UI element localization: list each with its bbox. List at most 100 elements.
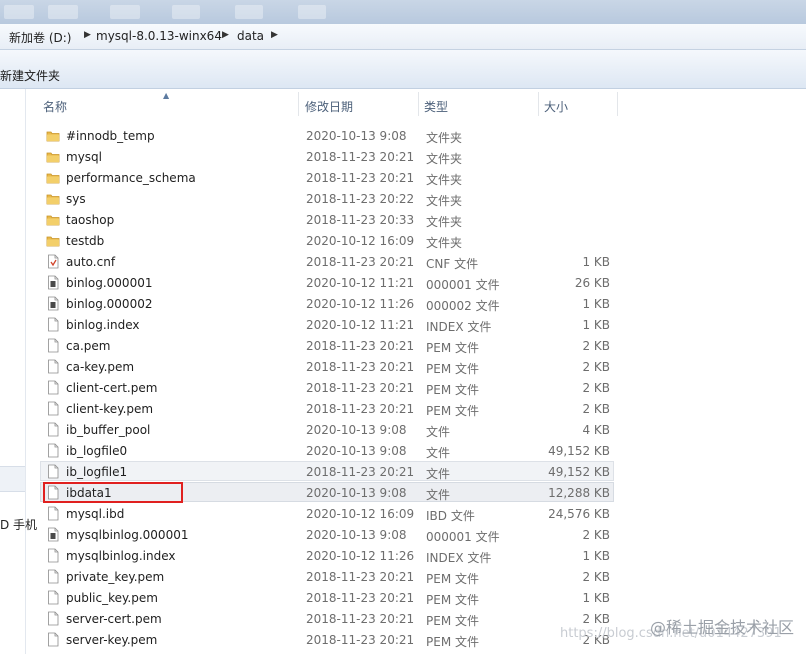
- file-type: 文件夹: [426, 236, 463, 250]
- file-size: 24,576 KB: [548, 507, 610, 521]
- navigation-pane[interactable]: D 手机: [0, 89, 37, 654]
- column-header-size[interactable]: 大小: [539, 92, 618, 116]
- file-row[interactable]: ib_buffer_pool 2020-10-13 9:08 文件 4 KB: [40, 419, 614, 439]
- chevron-right-icon[interactable]: ▶: [222, 30, 229, 40]
- column-label-size: 大小: [544, 100, 569, 114]
- file-row[interactable]: ca-key.pem 2018-11-23 20:21 PEM 文件 2 KB: [40, 356, 614, 376]
- binary-file-icon: [46, 275, 60, 290]
- chevron-right-icon[interactable]: ▶: [271, 30, 278, 40]
- file-type: PEM 文件: [426, 614, 479, 628]
- file-type: PEM 文件: [426, 572, 479, 586]
- address-bar[interactable]: 新加卷 (D:) ▶ mysql-8.0.13-winx64 ▶ data ▶: [0, 24, 806, 50]
- file-name: testdb: [66, 234, 105, 248]
- file-row[interactable]: client-cert.pem 2018-11-23 20:21 PEM 文件 2 K…: [40, 377, 614, 397]
- breadcrumb-mysql[interactable]: mysql-8.0.13-winx64: [96, 29, 222, 43]
- file-modified-date: 2018-11-23 20:21: [306, 591, 415, 605]
- file-name: taoshop: [66, 213, 115, 227]
- file-row[interactable]: binlog.index 2020-10-12 11:21 INDEX 文件 1 KB: [40, 314, 614, 334]
- file-row[interactable]: ib_logfile1 2018-11-23 20:21 文件 49,152 KB: [40, 461, 614, 481]
- file-modified-date: 2020-10-13 9:08: [306, 486, 407, 500]
- column-header-type[interactable]: 类型: [419, 92, 539, 116]
- column-header-name[interactable]: 名称 ▲: [38, 91, 299, 116]
- breadcrumb-drive[interactable]: 新加卷 (D:): [9, 29, 71, 46]
- folder-icon: [46, 170, 60, 185]
- file-row[interactable]: client-key.pem 2018-11-23 20:21 PEM 文件 2 KB: [40, 398, 614, 418]
- file-size: 2 KB: [582, 570, 610, 584]
- file-name: client-key.pem: [66, 402, 154, 416]
- file-icon: [46, 506, 60, 521]
- menu-item[interactable]: [298, 5, 326, 19]
- navigation-item-label[interactable]: D 手机: [0, 516, 37, 533]
- file-row[interactable]: ib_logfile0 2020-10-13 9:08 文件 49,152 KB: [40, 440, 614, 460]
- file-modified-date: 2018-11-23 20:21: [306, 402, 415, 416]
- file-type: 文件夹: [426, 215, 463, 229]
- file-size: 12,288 KB: [548, 486, 610, 500]
- file-type: 文件夹: [426, 173, 463, 187]
- menu-item[interactable]: [110, 5, 140, 19]
- file-modified-date: 2018-11-23 20:22: [306, 192, 415, 206]
- file-type: 文件: [426, 446, 451, 460]
- file-icon: [46, 590, 60, 605]
- file-name: ib_buffer_pool: [66, 423, 151, 437]
- file-modified-date: 2018-11-23 20:21: [306, 171, 415, 185]
- file-row[interactable]: sys 2018-11-23 20:22 文件夹: [40, 188, 614, 208]
- file-row[interactable]: #innodb_temp 2020-10-13 9:08 文件夹: [40, 125, 614, 145]
- file-row[interactable]: performance_schema 2018-11-23 20:21 文件夹: [40, 167, 614, 187]
- new-folder-button[interactable]: 新建文件夹: [0, 67, 60, 84]
- file-modified-date: 2020-10-12 16:09: [306, 507, 415, 521]
- file-type: PEM 文件: [426, 593, 479, 607]
- file-row[interactable]: mysql 2018-11-23 20:21 文件夹: [40, 146, 614, 166]
- file-row[interactable]: mysql.ibd 2020-10-12 16:09 IBD 文件 24,576 KB: [40, 503, 614, 523]
- file-name: auto.cnf: [66, 255, 116, 269]
- watermark-text: @稀土掘金技术社区: [649, 618, 794, 637]
- file-row[interactable]: taoshop 2018-11-23 20:33 文件夹: [40, 209, 614, 229]
- config-file-icon: [46, 254, 60, 269]
- menu-item[interactable]: [4, 5, 34, 19]
- chevron-right-icon[interactable]: ▶: [84, 30, 91, 40]
- file-icon: [46, 338, 60, 353]
- menu-bar: [0, 0, 806, 25]
- file-name: sys: [66, 192, 86, 206]
- file-type: INDEX 文件: [426, 320, 492, 334]
- file-icon: [46, 443, 60, 458]
- file-icon: [46, 380, 60, 395]
- file-icon: [46, 401, 60, 416]
- file-row[interactable]: mysqlbinlog.000001 2020-10-13 9:08 000001 …: [40, 524, 614, 544]
- file-name: ca-key.pem: [66, 360, 135, 374]
- file-row[interactable]: server-cert.pem 2018-11-23 20:21 PEM 文件 2 K…: [40, 608, 614, 628]
- file-row[interactable]: mysqlbinlog.index 2020-10-12 11:26 INDEX 文…: [40, 545, 614, 565]
- menu-item[interactable]: [235, 5, 263, 19]
- file-row[interactable]: binlog.000001 2020-10-12 11:21 000001 文件 26…: [40, 272, 614, 292]
- column-label-type: 类型: [424, 100, 449, 114]
- file-size: 1 KB: [582, 297, 610, 311]
- navigation-item[interactable]: [0, 466, 25, 492]
- menu-item[interactable]: [48, 5, 78, 19]
- column-header-date[interactable]: 修改日期: [299, 92, 419, 116]
- file-icon: [46, 569, 60, 584]
- file-type: INDEX 文件: [426, 551, 492, 565]
- file-modified-date: 2018-11-23 20:21: [306, 360, 415, 374]
- file-name: public_key.pem: [66, 591, 158, 605]
- file-row[interactable]: binlog.000002 2020-10-12 11:26 000002 文件 1 …: [40, 293, 614, 313]
- file-size: 2 KB: [582, 612, 610, 626]
- file-name: binlog.000002: [66, 297, 153, 311]
- file-icon: [46, 422, 60, 437]
- menu-item[interactable]: [172, 5, 200, 19]
- file-row[interactable]: public_key.pem 2018-11-23 20:21 PEM 文件 1 KB: [40, 587, 614, 607]
- file-size: 4 KB: [582, 423, 610, 437]
- file-name: mysqlbinlog.000001: [66, 528, 189, 542]
- annotation-highlight-box: [43, 482, 183, 503]
- file-size: 49,152 KB: [548, 465, 610, 479]
- file-name: #innodb_temp: [66, 129, 155, 143]
- breadcrumb-data[interactable]: data: [237, 29, 264, 43]
- file-row[interactable]: auto.cnf 2018-11-23 20:21 CNF 文件 1 KB: [40, 251, 614, 271]
- file-row[interactable]: testdb 2020-10-12 16:09 文件夹: [40, 230, 614, 250]
- file-name: private_key.pem: [66, 570, 165, 584]
- file-row[interactable]: server-key.pem 2018-11-23 20:21 PEM 文件 2 KB: [40, 629, 614, 649]
- file-row[interactable]: ca.pem 2018-11-23 20:21 PEM 文件 2 KB: [40, 335, 614, 355]
- file-name: client-cert.pem: [66, 381, 158, 395]
- binary-file-icon: [46, 296, 60, 311]
- toolbar: 新建文件夹: [0, 50, 806, 89]
- file-row[interactable]: private_key.pem 2018-11-23 20:21 PEM 文件 2 K…: [40, 566, 614, 586]
- column-header: 名称 ▲ 修改日期 类型 大小: [38, 91, 618, 116]
